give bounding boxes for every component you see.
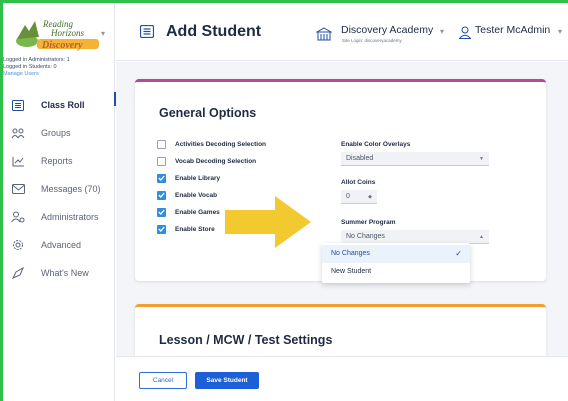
school-selector[interactable]: Discovery Academy [341, 24, 433, 36]
checkbox-vocab-decoding[interactable]: Vocab Decoding Selection [157, 155, 256, 167]
color-overlays-label: Enable Color Overlays [341, 141, 411, 148]
checkbox-box-checked[interactable] [157, 224, 166, 234]
dropdown-option-new-student[interactable]: New Student [322, 263, 470, 281]
sidebar-item-label: Groups [41, 128, 71, 138]
checkbox-box-checked[interactable] [157, 207, 166, 217]
school-icon [315, 27, 333, 46]
site-login-text: Site Login: discoveryacademy [342, 38, 402, 43]
sidebar-item-advanced[interactable]: Advanced [3, 231, 115, 259]
main-content: General Options Activities Decoding Sele… [116, 62, 568, 401]
checkbox-enable-vocab[interactable]: Enable Vocab [157, 189, 217, 201]
allot-coins-value: 0 [346, 193, 350, 200]
groups-icon [11, 126, 25, 140]
checkbox-box-checked[interactable] [157, 173, 166, 183]
sidebar-item-label: Advanced [41, 240, 82, 250]
administrators-icon [11, 210, 25, 224]
allot-coins-label: Allot Coins [341, 179, 376, 186]
whats-new-icon [11, 266, 25, 280]
sidebar-item-reports[interactable]: Reports [3, 147, 115, 175]
checkbox-box[interactable] [157, 139, 166, 149]
page-title: Add Student [166, 23, 262, 40]
top-header: Add Student Discovery Academy Site Login… [116, 3, 568, 61]
general-options-title: General Options [159, 106, 257, 120]
reading-horizons-logo[interactable]: Reading Horizons Discovery [13, 17, 108, 53]
sidebar: Reading Horizons Discovery ▾ Logged in A… [3, 3, 116, 401]
checkbox-activities-decoding[interactable]: Activities Decoding Selection [157, 138, 266, 150]
checkbox-label: Enable Games [175, 208, 220, 216]
reports-icon [11, 154, 25, 168]
class-roll-icon [139, 24, 155, 43]
user-menu[interactable]: Tester McAdmin [475, 24, 550, 36]
sidebar-nav: Class Roll Groups Reports Messages (70) … [3, 91, 116, 287]
cancel-button[interactable]: Cancel [139, 372, 187, 389]
chevron-down-icon: ▼ [479, 156, 484, 162]
lesson-settings-card: Lesson / MCW / Test Settings [135, 304, 546, 364]
sidebar-item-label: What's New [41, 268, 89, 278]
class-roll-icon [11, 98, 25, 112]
save-student-button[interactable]: Save Student [195, 372, 259, 389]
checkbox-enable-store[interactable]: Enable Store [157, 223, 215, 235]
summer-program-select[interactable]: No Changes ▲ [341, 230, 489, 244]
stepper-arrows-icon[interactable]: ◆ [368, 190, 372, 204]
session-info: Logged in Administrators: 1 Logged in St… [3, 57, 113, 78]
checkbox-label: Activities Decoding Selection [175, 140, 267, 148]
session-students: Logged in Students: 0 [3, 64, 57, 70]
sidebar-item-administrators[interactable]: Administrators [3, 203, 115, 231]
logo-chevron-down-icon[interactable]: ▾ [101, 29, 105, 38]
checkbox-label: Vocab Decoding Selection [175, 157, 257, 165]
checkbox-label: Enable Store [175, 225, 215, 233]
lesson-settings-title: Lesson / MCW / Test Settings [159, 333, 333, 347]
option-label: No Changes [331, 250, 370, 257]
dropdown-option-no-changes[interactable]: No Changes ✓ [322, 245, 470, 263]
checkbox-label: Enable Library [175, 174, 221, 182]
checkbox-label: Enable Vocab [175, 191, 218, 199]
footer-bar: Cancel Save Student [116, 356, 568, 401]
user-icon [458, 26, 472, 44]
logo-text-horizons: Horizons [50, 28, 85, 38]
checkbox-box[interactable] [157, 156, 166, 166]
manage-users-link[interactable]: Manage Users [3, 71, 113, 78]
allot-coins-stepper[interactable]: 0 ◆ [341, 190, 377, 204]
session-admins: Logged in Administrators: 1 [3, 57, 70, 63]
messages-icon [11, 182, 25, 196]
color-overlays-select[interactable]: Disabled ▼ [341, 152, 489, 166]
chevron-up-icon: ▲ [479, 234, 484, 240]
sidebar-item-label: Reports [41, 156, 73, 166]
sidebar-item-label: Messages (70) [41, 184, 101, 194]
checkbox-enable-library[interactable]: Enable Library [157, 172, 220, 184]
sidebar-item-label: Class Roll [41, 100, 85, 110]
summer-program-value: No Changes [346, 233, 385, 240]
sidebar-item-whats-new[interactable]: What's New [3, 259, 115, 287]
gear-icon [11, 238, 25, 252]
logo-text-discovery: Discovery [41, 40, 83, 51]
sidebar-item-class-roll[interactable]: Class Roll [3, 91, 116, 119]
summer-program-dropdown: No Changes ✓ New Student [322, 243, 470, 283]
checkbox-box-checked[interactable] [157, 190, 166, 200]
sidebar-item-label: Administrators [41, 212, 99, 222]
check-icon: ✓ [455, 249, 462, 258]
summer-program-label: Summer Program [341, 219, 396, 226]
user-chevron-down-icon[interactable]: ▾ [558, 27, 562, 36]
sidebar-item-groups[interactable]: Groups [3, 119, 115, 147]
school-chevron-down-icon[interactable]: ▾ [440, 27, 444, 36]
sidebar-item-messages[interactable]: Messages (70) [3, 175, 115, 203]
checkbox-enable-games[interactable]: Enable Games [157, 206, 220, 218]
color-overlays-value: Disabled [346, 155, 374, 162]
annotation-arrow-icon [225, 196, 311, 248]
option-label: New Student [331, 268, 372, 275]
